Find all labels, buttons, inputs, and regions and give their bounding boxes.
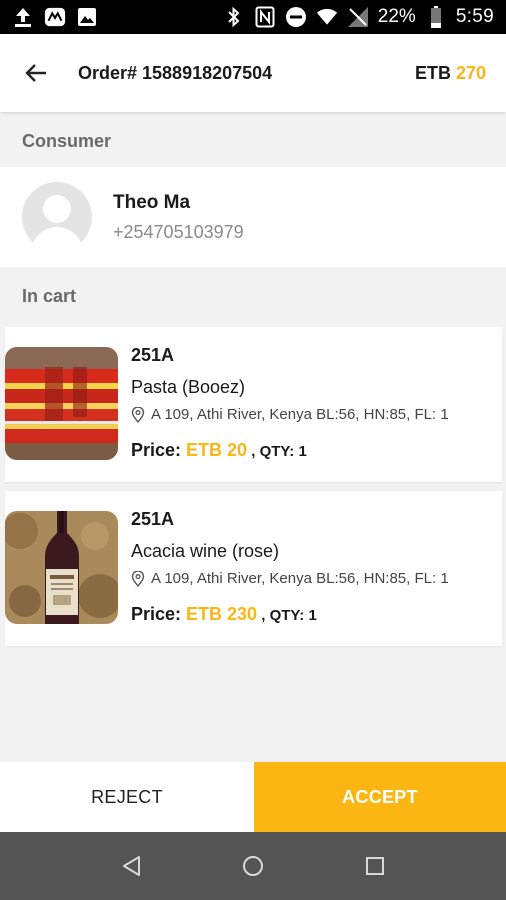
product-image-wine	[5, 511, 118, 624]
accept-button[interactable]: ACCEPT	[254, 762, 506, 832]
status-bar: 22% 5:59	[0, 0, 506, 34]
cart-item[interactable]: 251A Pasta (Booez) A 109, Athi River, Ke…	[5, 327, 502, 482]
order-total-amount: 270	[455, 62, 486, 83]
back-button[interactable]	[16, 53, 56, 93]
item-address: A 109, Athi River, Kenya BL:56, HN:85, F…	[131, 570, 492, 587]
nav-recents-button[interactable]	[355, 846, 395, 886]
nav-home-icon	[243, 856, 263, 876]
cart-item[interactable]: 251A Acacia wine (rose) A 109, Athi Rive…	[5, 491, 502, 646]
system-nav-bar	[0, 832, 506, 900]
bluetooth-icon	[223, 6, 245, 28]
reject-button[interactable]: REJECT	[0, 762, 254, 832]
cart-section-header: In cart	[22, 286, 77, 306]
nfc-icon	[254, 6, 276, 28]
image-icon	[76, 6, 98, 28]
signal-icon	[347, 6, 369, 28]
item-address: A 109, Athi River, Kenya BL:56, HN:85, F…	[131, 406, 492, 423]
dnd-icon	[285, 6, 307, 28]
item-price: Price: ETB 230 , QTY: 1	[131, 604, 492, 625]
nav-back-icon	[123, 856, 140, 876]
item-quantity: , QTY: 1	[247, 443, 307, 460]
avatar	[22, 182, 92, 252]
item-name: Acacia wine (rose)	[131, 541, 280, 561]
item-address-text: A 109, Athi River, Kenya BL:56, HN:85, F…	[151, 406, 449, 423]
battery-percent: 22%	[377, 6, 416, 27]
consumer-name: Theo Ma	[113, 191, 191, 213]
price-label: Price:	[131, 604, 187, 624]
order-number: Order# 1588918207504	[78, 62, 273, 83]
price-label: Price:	[131, 440, 187, 460]
consumer-card: Theo Ma +254705103979	[0, 167, 506, 267]
product-image-pasta	[5, 347, 118, 460]
nav-home-button[interactable]	[233, 846, 273, 886]
consumer-phone[interactable]: +254705103979	[113, 222, 244, 243]
location-pin-icon	[131, 570, 145, 587]
item-price: Price: ETB 20 , QTY: 1	[131, 440, 492, 461]
clock: 5:59	[455, 6, 494, 27]
price-value: ETB 230	[186, 604, 258, 624]
price-value: ETB 20	[186, 440, 248, 460]
item-code: 251A	[131, 345, 175, 365]
location-pin-icon	[131, 406, 145, 423]
back-arrow-icon	[25, 64, 46, 82]
wifi-icon	[316, 6, 338, 28]
battery-icon	[425, 6, 447, 28]
upload-icon	[12, 6, 34, 28]
app-icon	[44, 6, 66, 28]
item-code: 251A	[131, 509, 175, 529]
item-name: Pasta (Booez)	[131, 377, 246, 397]
order-total: ETB 270	[415, 63, 486, 84]
app-bar: Order# 1588918207504 ETB 270	[0, 34, 506, 112]
item-address-text: A 109, Athi River, Kenya BL:56, HN:85, F…	[151, 570, 449, 587]
order-total-currency: ETB	[414, 62, 451, 83]
item-quantity: , QTY: 1	[257, 607, 317, 624]
nav-recents-icon	[366, 857, 384, 875]
consumer-section-header: Consumer	[22, 131, 112, 151]
nav-back-button[interactable]	[111, 846, 151, 886]
